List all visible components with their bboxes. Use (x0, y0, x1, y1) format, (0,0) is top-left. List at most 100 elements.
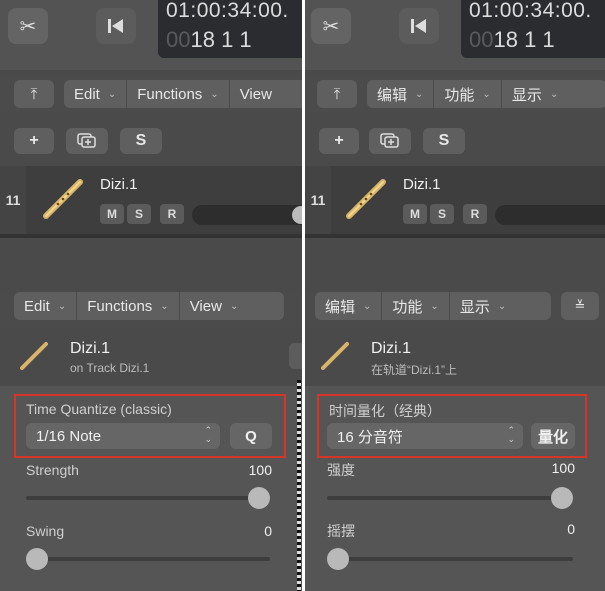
strength-slider[interactable] (327, 496, 573, 500)
edit-menu[interactable]: 编辑 ⌄ (315, 292, 383, 320)
control-bar: ✂ 01:00:34:00. 0018 1 1 (0, 0, 302, 70)
edit-menu[interactable]: Edit ⌄ (14, 292, 78, 320)
mute-button[interactable]: M (100, 204, 124, 224)
time-quantize-label: Time Quantize (classic) (26, 401, 172, 417)
track-volume-slider[interactable] (192, 205, 302, 225)
inspector-menu-segment: Edit ⌄ Functions ⌄ View ⌄ (14, 292, 284, 320)
divider (0, 234, 302, 238)
scissors-icon: ✂ (19, 15, 37, 38)
scissors-tool-button[interactable]: ✂ (8, 8, 48, 44)
swing-label: Swing (26, 523, 65, 539)
rewind-to-start-icon (411, 19, 426, 33)
duplicate-track-button[interactable] (66, 128, 108, 154)
track-name: Dizi.1 (100, 176, 138, 193)
select-stepper-icon: ⌃ ⌄ (507, 425, 515, 444)
dashed-edge (297, 380, 301, 591)
track-number: 11 (305, 166, 331, 234)
region-track-info: on Track Dizi.1 (70, 361, 150, 375)
track-volume-slider[interactable] (495, 205, 605, 225)
quantize-button[interactable]: Q (230, 423, 272, 449)
lcd-time: 01:00:34:00. (166, 0, 289, 22)
swing-slider[interactable] (327, 557, 573, 561)
strength-slider-knob[interactable] (248, 487, 270, 509)
swing-value: 0 (567, 521, 575, 537)
parent-level-button[interactable]: ⤒ (14, 80, 54, 108)
record-enable-button[interactable]: R (160, 204, 184, 224)
quantize-value-select[interactable]: 1/16 Note ⌃ ⌄ (26, 423, 220, 449)
tracks-menu-segment: 编辑 ⌄ 功能 ⌄ 显示 ⌄ (367, 80, 605, 108)
duplicate-track-icon (380, 133, 399, 148)
functions-menu[interactable]: 功能 ⌄ (434, 80, 502, 108)
solo-button[interactable]: S (430, 204, 454, 224)
dizi-flute-icon (346, 179, 386, 219)
functions-menu[interactable]: 功能 ⌄ (382, 292, 450, 320)
strength-value: 100 (248, 462, 272, 478)
up-arrow-icon: ⤒ (333, 85, 341, 103)
track-row[interactable]: 11 Dizi.1 M S R (305, 166, 605, 234)
edit-menu[interactable]: Edit ⌄ (64, 80, 128, 108)
strength-label: 强度 (327, 462, 355, 478)
strength-slider-knob[interactable] (551, 487, 573, 509)
view-menu[interactable]: 显示 ⌄ (450, 292, 516, 320)
region-track-info: 在轨道“Dizi.1”上 (371, 363, 457, 377)
collapse-icon: ≚ (574, 298, 586, 313)
add-track-button[interactable]: + (319, 128, 359, 154)
lcd-bars: 0018 1 1 (166, 27, 252, 52)
chevron-down-icon: ⌄ (57, 300, 67, 312)
chevron-down-icon: ⌄ (210, 88, 219, 100)
lcd-display[interactable]: 01:00:34:00. 0018 1 1 (461, 0, 605, 58)
chevron-down-icon: ⌄ (497, 300, 507, 312)
view-menu[interactable]: View (230, 80, 282, 108)
global-solo-button[interactable]: S (423, 128, 465, 154)
tracks-menu-segment: Edit ⌄ Functions ⌄ View (64, 80, 302, 108)
swing-slider-knob[interactable] (26, 548, 48, 570)
quantize-value-select[interactable]: 16 分音符 ⌃ ⌄ (327, 423, 523, 449)
global-solo-button[interactable]: S (120, 128, 162, 154)
chevron-down-icon: ⌄ (482, 88, 491, 100)
quantize-button[interactable]: 量化 (531, 423, 575, 449)
edit-menu[interactable]: 编辑 ⌄ (367, 80, 435, 108)
functions-menu[interactable]: Functions ⌄ (127, 80, 230, 108)
tracks-menubar: ⤒ Edit ⌄ Functions ⌄ View (0, 76, 302, 112)
strength-label: Strength (26, 462, 79, 478)
control-bar: ✂ 01:00:34:00. 0018 1 1 (305, 0, 605, 70)
scissors-tool-button[interactable]: ✂ (311, 8, 351, 44)
collapse-button[interactable]: ≚ (561, 292, 599, 320)
inspector-edge-button[interactable] (289, 343, 302, 369)
chevron-down-icon: ⌄ (415, 88, 424, 100)
view-menu[interactable]: 显示 ⌄ (502, 80, 568, 108)
time-quantize-label: 时间量化（经典） (329, 403, 441, 419)
chevron-down-icon: ⌄ (160, 300, 169, 312)
strength-value: 100 (551, 460, 575, 476)
track-name: Dizi.1 (403, 176, 441, 193)
select-stepper-icon: ⌃ ⌄ (204, 425, 212, 444)
chevron-down-icon: ⌄ (549, 88, 559, 100)
solo-button[interactable]: S (127, 204, 151, 224)
duplicate-track-icon (77, 133, 96, 148)
swing-slider[interactable] (26, 557, 270, 561)
duplicate-track-button[interactable] (369, 128, 411, 154)
mute-button[interactable]: M (403, 204, 427, 224)
dizi-flute-icon (321, 342, 349, 370)
strength-slider[interactable] (26, 496, 270, 500)
logic-panel-english: ✂ 01:00:34:00. 0018 1 1 ⤒ Edit ⌄ Function… (0, 0, 302, 591)
track-number: 11 (0, 166, 26, 234)
add-track-button[interactable]: + (14, 128, 54, 154)
go-to-start-button[interactable] (399, 8, 439, 44)
swing-slider-knob[interactable] (327, 548, 349, 570)
record-enable-button[interactable]: R (463, 204, 487, 224)
scissors-icon: ✂ (322, 15, 340, 38)
go-to-start-button[interactable] (96, 8, 136, 44)
dizi-flute-icon (43, 179, 83, 219)
tracks-menubar: ⤒ 编辑 ⌄ 功能 ⌄ 显示 ⌄ (305, 76, 605, 112)
lcd-bars: 0018 1 1 (469, 27, 555, 52)
region-name: Dizi.1 (371, 340, 412, 357)
view-menu[interactable]: View ⌄ (180, 292, 249, 320)
swing-value: 0 (264, 523, 272, 539)
track-row[interactable]: 11 Dizi.1 M S R (0, 166, 302, 234)
inspector-menubar: 编辑 ⌄ 功能 ⌄ 显示 ⌄ ≚ (305, 292, 605, 328)
lcd-display[interactable]: 01:00:34:00. 0018 1 1 (158, 0, 302, 58)
functions-menu[interactable]: Functions ⌄ (77, 292, 180, 320)
parent-level-button[interactable]: ⤒ (317, 80, 357, 108)
swing-label: 摇摆 (327, 523, 355, 539)
